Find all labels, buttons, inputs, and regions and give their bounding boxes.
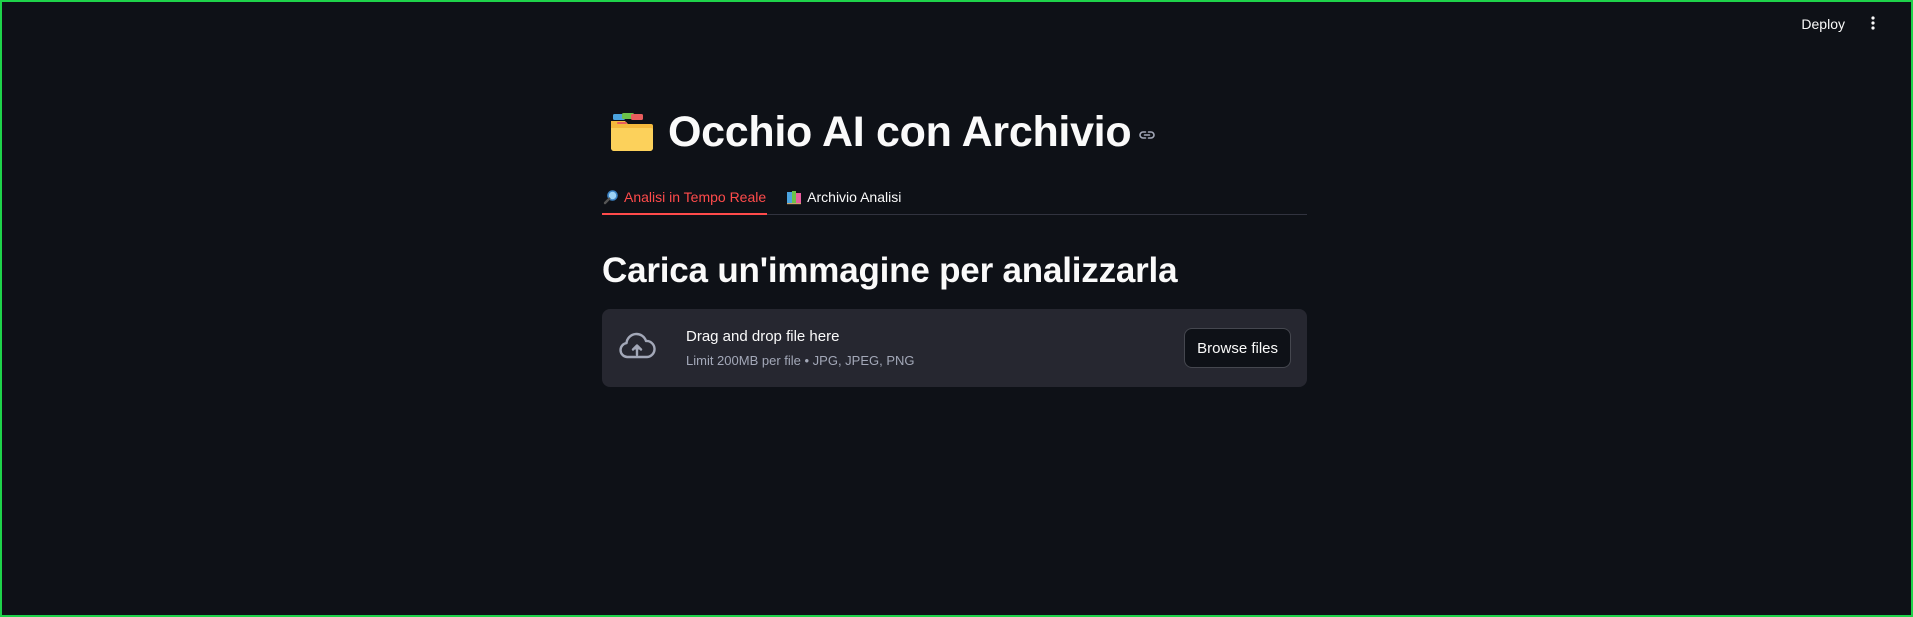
main-content: Occhio AI con Archivio Analisi in Tempo …: [602, 102, 1307, 387]
file-uploader-dropzone[interactable]: Drag and drop file here Limit 200MB per …: [602, 309, 1307, 387]
tab-analisi-in-tempo-reale[interactable]: Analisi in Tempo Reale: [602, 182, 768, 215]
tab-bar: Analisi in Tempo Reale Archivio Analisi: [602, 182, 1307, 215]
tab-label: Analisi in Tempo Reale: [624, 189, 767, 205]
dropzone-limit: Limit 200MB per file • JPG, JPEG, PNG: [686, 353, 915, 368]
top-toolbar: Deploy: [1789, 2, 1911, 46]
dropzone-title: Drag and drop file here: [686, 328, 840, 345]
dropzone-text: Drag and drop file here Limit 200MB per …: [686, 328, 915, 368]
section-heading: Carica un'immagine per analizzarla: [602, 251, 1178, 290]
page-title: Occhio AI con Archivio: [668, 107, 1132, 156]
app-window: Deploy Occhio AI con Archivio Analisi in…: [0, 0, 1913, 617]
books-icon: [786, 189, 802, 205]
title-row: Occhio AI con Archivio: [608, 102, 1307, 162]
link-icon[interactable]: [1138, 126, 1156, 144]
cloud-upload-icon: [618, 329, 656, 367]
deploy-button[interactable]: Deploy: [1789, 10, 1857, 38]
tab-archivio-analisi[interactable]: Archivio Analisi: [785, 182, 902, 212]
magnifying-glass-icon: [603, 189, 619, 205]
browse-files-button[interactable]: Browse files: [1184, 328, 1291, 368]
card-index-dividers-icon: [608, 109, 654, 155]
tab-label: Archivio Analisi: [807, 189, 902, 205]
vertical-dots-icon: [1871, 15, 1875, 33]
main-menu-button[interactable]: [1861, 10, 1885, 38]
